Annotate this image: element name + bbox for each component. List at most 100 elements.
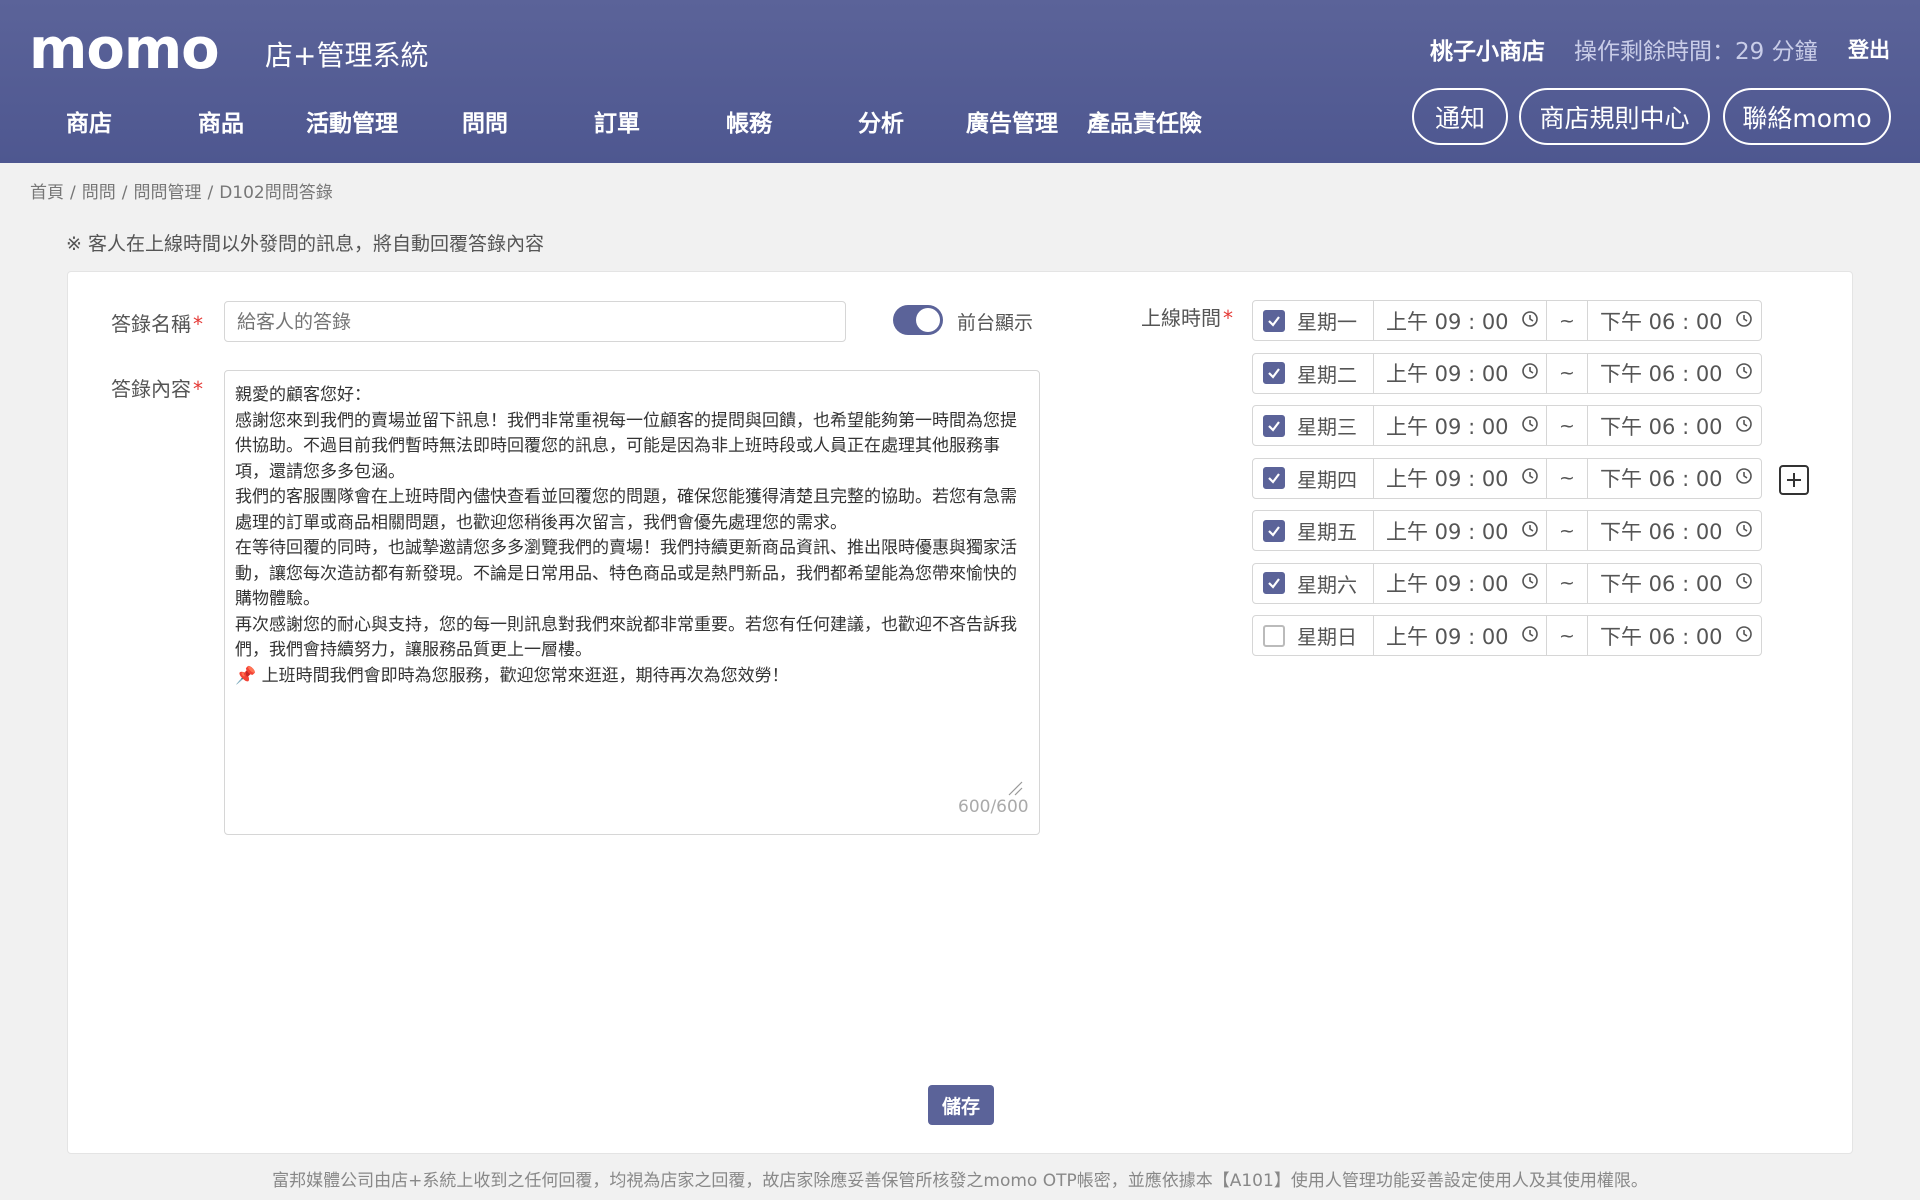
end-time-picker[interactable]: 下午 06 : 00 (1600, 301, 1753, 340)
day-cell: 星期六 (1253, 563, 1374, 603)
day-cell: 星期一 (1253, 301, 1374, 340)
breadcrumb-separator: / (207, 183, 214, 203)
nav-insurance[interactable]: 產品責任險 (1087, 104, 1202, 138)
breadcrumb-separator: / (121, 183, 128, 203)
schedule-label: 上線時間 * (1141, 306, 1233, 330)
logout-link[interactable]: 登出 (1848, 34, 1890, 64)
clock-icon (1723, 414, 1753, 438)
notifications-button[interactable]: 通知 (1412, 88, 1508, 145)
day-cell: 星期二 (1253, 353, 1374, 393)
shop-rules-button[interactable]: 商店規則中心 (1519, 88, 1710, 145)
schedule-row: 星期三 上午 09 : 00 ~ 下午 06 : 00 (1252, 405, 1762, 446)
shop-name: 桃子小商店 (1430, 39, 1545, 65)
end-time-picker[interactable]: 下午 06 : 00 (1600, 459, 1753, 498)
clock-icon (1509, 624, 1539, 648)
resize-grip-icon[interactable] (1007, 780, 1023, 796)
nav-qa[interactable]: 問問 (462, 104, 508, 138)
day-cell: 星期三 (1253, 406, 1374, 445)
day-label: 星期日 (1297, 625, 1357, 649)
nav-campaigns[interactable]: 活動管理 (306, 104, 398, 138)
nav-orders[interactable]: 訂單 (594, 104, 640, 138)
breadcrumb-qa-management[interactable]: 問問管理 (133, 183, 201, 203)
save-button[interactable]: 儲存 (928, 1085, 994, 1125)
end-time-picker[interactable]: 下午 06 : 00 (1600, 564, 1753, 603)
clock-icon (1509, 466, 1539, 490)
breadcrumb-separator: / (70, 183, 76, 203)
clock-icon (1723, 571, 1753, 595)
start-time-picker[interactable]: 上午 09 : 00 (1386, 564, 1539, 603)
range-separator: ~ (1546, 511, 1588, 550)
breadcrumb-qa[interactable]: 問問 (82, 183, 116, 203)
nav-products[interactable]: 商品 (198, 104, 244, 138)
top-header: momo 店+管理系統 桃子小商店 操作剩餘時間：29 分鐘 登出 商店 商品 … (0, 0, 1920, 163)
day-checkbox[interactable] (1263, 624, 1285, 647)
day-label: 星期五 (1297, 520, 1357, 544)
start-time-picker[interactable]: 上午 09 : 00 (1386, 301, 1539, 340)
frontend-display-toggle[interactable] (893, 305, 943, 335)
day-label: 星期四 (1297, 467, 1357, 492)
clock-icon (1723, 466, 1753, 490)
nav-accounting[interactable]: 帳務 (726, 104, 772, 138)
breadcrumb-current: D102問問答錄 (219, 183, 333, 203)
breadcrumb: 首頁 / 問問 / 問問管理 / D102問問答錄 (30, 178, 333, 203)
start-time-picker[interactable]: 上午 09 : 00 (1386, 616, 1539, 655)
form-card: 答錄名稱* 前台顯示 答錄內容* 親愛的顧客您好： 感謝您來到我們的賣場並留下訊… (67, 271, 1853, 1154)
start-time-picker[interactable]: 上午 09 : 00 (1386, 354, 1539, 393)
range-separator: ~ (1546, 353, 1588, 393)
end-time-picker[interactable]: 下午 06 : 00 (1600, 406, 1753, 445)
day-checkbox[interactable] (1263, 414, 1285, 437)
clock-icon (1509, 414, 1539, 438)
range-separator: ~ (1546, 458, 1588, 498)
start-time-picker[interactable]: 上午 09 : 00 (1386, 406, 1539, 445)
range-separator: ~ (1546, 406, 1588, 445)
footer-disclaimer: 富邦媒體公司由店+系統上收到之任何回覆，均視為店家之回覆，故店家除應妥善保管所核… (272, 1171, 1648, 1191)
clock-icon (1723, 624, 1753, 648)
clock-icon (1509, 309, 1539, 333)
day-cell: 星期日 (1253, 616, 1374, 655)
day-label: 星期二 (1297, 362, 1357, 387)
schedule-row: 星期二 上午 09 : 00 ~ 下午 06 : 00 (1252, 352, 1762, 394)
day-cell: 星期五 (1253, 511, 1374, 550)
day-checkbox[interactable] (1263, 362, 1285, 384)
range-separator: ~ (1546, 301, 1588, 340)
day-checkbox[interactable] (1263, 467, 1285, 489)
day-checkbox[interactable] (1263, 309, 1285, 332)
end-time-picker[interactable]: 下午 06 : 00 (1600, 354, 1753, 393)
range-separator: ~ (1546, 563, 1588, 603)
nav-shop[interactable]: 商店 (66, 104, 112, 138)
name-label: 答錄名稱 * (111, 312, 203, 336)
schedule-row: 星期四 上午 09 : 00 ~ 下午 06 : 00 (1252, 457, 1762, 499)
clock-icon (1509, 519, 1539, 543)
start-time-picker[interactable]: 上午 09 : 00 (1386, 459, 1539, 498)
breadcrumb-home[interactable]: 首頁 (30, 183, 64, 203)
char-counter: 600/600 (958, 797, 1029, 817)
end-time-picker[interactable]: 下午 06 : 00 (1600, 616, 1753, 655)
frontend-display-label: 前台顯示 (957, 312, 1034, 334)
clock-icon (1509, 571, 1539, 595)
momo-logo[interactable]: momo (29, 22, 220, 78)
clock-icon (1723, 519, 1753, 543)
system-title: 店+管理系統 (265, 39, 429, 72)
contact-momo-button[interactable]: 聯絡momo (1723, 88, 1891, 145)
range-separator: ~ (1546, 616, 1588, 655)
remaining-time: 操作剩餘時間：29 分鐘 (1574, 39, 1818, 65)
day-label: 星期三 (1297, 415, 1357, 439)
end-time-picker[interactable]: 下午 06 : 00 (1600, 511, 1753, 550)
nav-analytics[interactable]: 分析 (858, 104, 904, 138)
day-label: 星期六 (1297, 572, 1357, 597)
add-schedule-icon[interactable] (1779, 465, 1809, 495)
day-checkbox[interactable] (1263, 519, 1285, 542)
day-checkbox[interactable] (1263, 572, 1285, 594)
schedule-row: 星期日 上午 09 : 00 ~ 下午 06 : 00 (1252, 615, 1762, 656)
nav-ads[interactable]: 廣告管理 (966, 104, 1058, 138)
clock-icon (1723, 361, 1753, 385)
schedule-row: 星期五 上午 09 : 00 ~ 下午 06 : 00 (1252, 510, 1762, 551)
name-input[interactable] (224, 301, 846, 342)
content-label: 答錄內容 * (111, 377, 203, 401)
schedule-row: 星期六 上午 09 : 00 ~ 下午 06 : 00 (1252, 562, 1762, 604)
toggle-knob (916, 308, 940, 332)
start-time-picker[interactable]: 上午 09 : 00 (1386, 511, 1539, 550)
content-textarea[interactable]: 親愛的顧客您好： 感謝您來到我們的賣場並留下訊息！我們非常重視每一位顧客的提問與… (224, 370, 1040, 835)
clock-icon (1723, 309, 1753, 333)
clock-icon (1509, 361, 1539, 385)
